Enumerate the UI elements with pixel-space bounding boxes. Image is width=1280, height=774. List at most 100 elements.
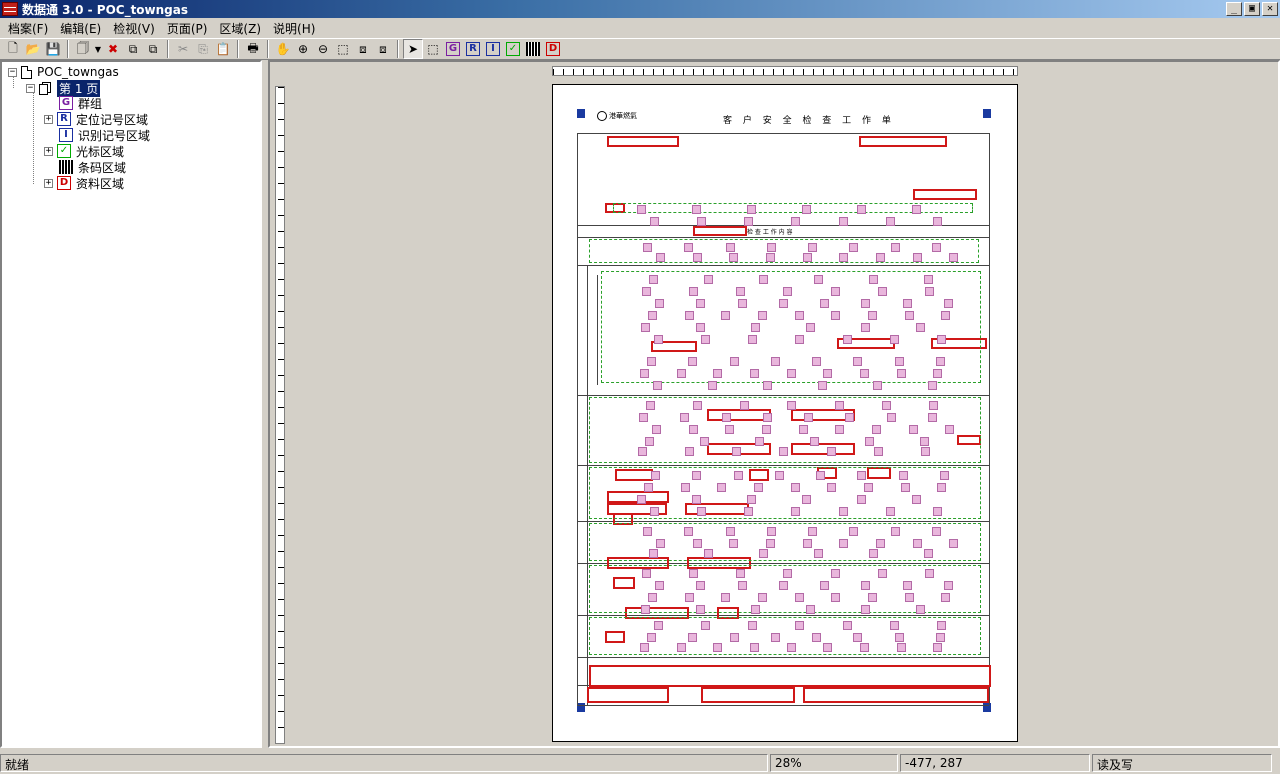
omr-cell[interactable]: [704, 549, 713, 558]
omr-cell[interactable]: [885, 217, 895, 226]
omr-cell[interactable]: [766, 539, 775, 548]
omr-cell[interactable]: [928, 381, 937, 390]
omr-cell[interactable]: [685, 447, 695, 456]
omr-cell[interactable]: [639, 413, 648, 422]
omr-cell[interactable]: [798, 425, 808, 434]
tree-root[interactable]: − POC_towngas: [8, 64, 119, 80]
omr-cell[interactable]: [653, 381, 662, 390]
omr-cell[interactable]: [701, 621, 711, 630]
omr-cell[interactable]: [700, 437, 709, 446]
data-region[interactable]: [859, 136, 947, 147]
omr-cell[interactable]: [839, 253, 849, 262]
scanned-form-page[interactable]: 港華燃氣 客 户 安 全 检 查 工 作 单 检 查 工 作 内 容: [552, 84, 1018, 742]
omr-cell[interactable]: [890, 243, 900, 252]
omr-cell[interactable]: [842, 335, 852, 344]
omr-cell[interactable]: [759, 549, 768, 558]
omr-cell[interactable]: [853, 633, 863, 642]
omr-cell[interactable]: [637, 495, 646, 504]
omr-cell[interactable]: [766, 527, 776, 536]
tree-item-group[interactable]: G 群组: [59, 95, 102, 111]
omr-cell[interactable]: [736, 287, 746, 296]
omr-cell[interactable]: [750, 369, 759, 378]
omr-cell[interactable]: [794, 593, 804, 602]
omr-cell[interactable]: [912, 205, 921, 214]
omr-cell[interactable]: [932, 507, 942, 516]
data-region[interactable]: [701, 687, 795, 703]
omr-cell[interactable]: [688, 357, 698, 366]
omr-cell[interactable]: [802, 253, 812, 262]
tree-item-barcode[interactable]: 条码区域: [59, 159, 126, 175]
omr-cell[interactable]: [945, 425, 955, 434]
omr-cell[interactable]: [751, 605, 760, 614]
omr-cell[interactable]: [820, 299, 829, 308]
omr-cell[interactable]: [932, 217, 942, 226]
omr-cell[interactable]: [864, 483, 873, 492]
omr-cell[interactable]: [861, 581, 871, 590]
omr-cell[interactable]: [641, 605, 650, 614]
data-region[interactable]: [587, 687, 669, 703]
omr-cell[interactable]: [826, 447, 836, 456]
omr-cell[interactable]: [676, 369, 686, 378]
omr-cell[interactable]: [877, 287, 887, 296]
omr-cell[interactable]: [853, 357, 863, 366]
copy-button[interactable]: ⎘: [193, 39, 213, 59]
tree-item-identify[interactable]: I 识别记号区域: [59, 127, 150, 143]
omr-cell[interactable]: [692, 495, 701, 504]
omr-cell[interactable]: [935, 633, 945, 642]
omr-cell[interactable]: [816, 471, 825, 480]
omr-cell[interactable]: [790, 483, 800, 492]
omr-cell[interactable]: [713, 369, 723, 378]
omr-cell[interactable]: [647, 633, 656, 642]
omr-cell[interactable]: [762, 425, 771, 434]
omr-cell[interactable]: [939, 471, 949, 480]
omr-cell[interactable]: [755, 437, 764, 446]
minimize-button[interactable]: _: [1226, 2, 1242, 16]
omr-region[interactable]: [589, 467, 981, 519]
omr-cell[interactable]: [896, 369, 906, 378]
omr-cell[interactable]: [902, 299, 912, 308]
omr-cell[interactable]: [704, 275, 713, 284]
collapse-icon[interactable]: −: [8, 67, 17, 77]
omr-cell[interactable]: [787, 401, 797, 410]
omr-cell[interactable]: [640, 369, 649, 378]
omr-cell[interactable]: [758, 593, 767, 602]
omr-cell[interactable]: [881, 401, 891, 410]
omr-cell[interactable]: [860, 643, 869, 652]
menu-file[interactable]: 档案(F): [2, 20, 54, 37]
omr-cell[interactable]: [845, 413, 855, 422]
omr-cell[interactable]: [804, 413, 813, 422]
omr-cell[interactable]: [885, 507, 895, 516]
omr-cell[interactable]: [912, 495, 921, 504]
omr-cell[interactable]: [876, 253, 885, 262]
omr-cell[interactable]: [763, 381, 772, 390]
omr-cell[interactable]: [830, 569, 840, 578]
align-left-button[interactable]: ⧈: [353, 39, 373, 59]
omr-cell[interactable]: [645, 437, 654, 446]
omr-cell[interactable]: [876, 539, 885, 548]
omr-cell[interactable]: [708, 381, 717, 390]
omr-cell[interactable]: [774, 471, 784, 480]
omr-cell[interactable]: [652, 425, 661, 434]
barcode-tool-button[interactable]: [523, 39, 543, 59]
omr-cell[interactable]: [820, 581, 829, 590]
omr-cell[interactable]: [872, 425, 881, 434]
omr-cell[interactable]: [941, 311, 951, 320]
omr-cell[interactable]: [916, 323, 925, 332]
menu-view[interactable]: 检视(V): [107, 20, 161, 37]
open-file-button[interactable]: 📂: [23, 39, 43, 59]
omr-cell[interactable]: [736, 569, 746, 578]
omr-cell[interactable]: [696, 605, 705, 614]
omr-cell[interactable]: [814, 549, 823, 558]
omr-cell[interactable]: [941, 593, 951, 602]
omr-cell[interactable]: [924, 275, 933, 284]
omr-cell[interactable]: [920, 447, 930, 456]
data-region[interactable]: [913, 189, 977, 200]
omr-cell[interactable]: [857, 205, 866, 214]
omr-cell[interactable]: [655, 581, 664, 590]
omr-cell[interactable]: [916, 605, 925, 614]
omr-cell[interactable]: [936, 621, 946, 630]
omr-cell[interactable]: [924, 287, 934, 296]
omr-cell[interactable]: [696, 323, 705, 332]
omr-cell[interactable]: [697, 217, 707, 226]
omr-tool-button[interactable]: ✓: [503, 39, 523, 59]
